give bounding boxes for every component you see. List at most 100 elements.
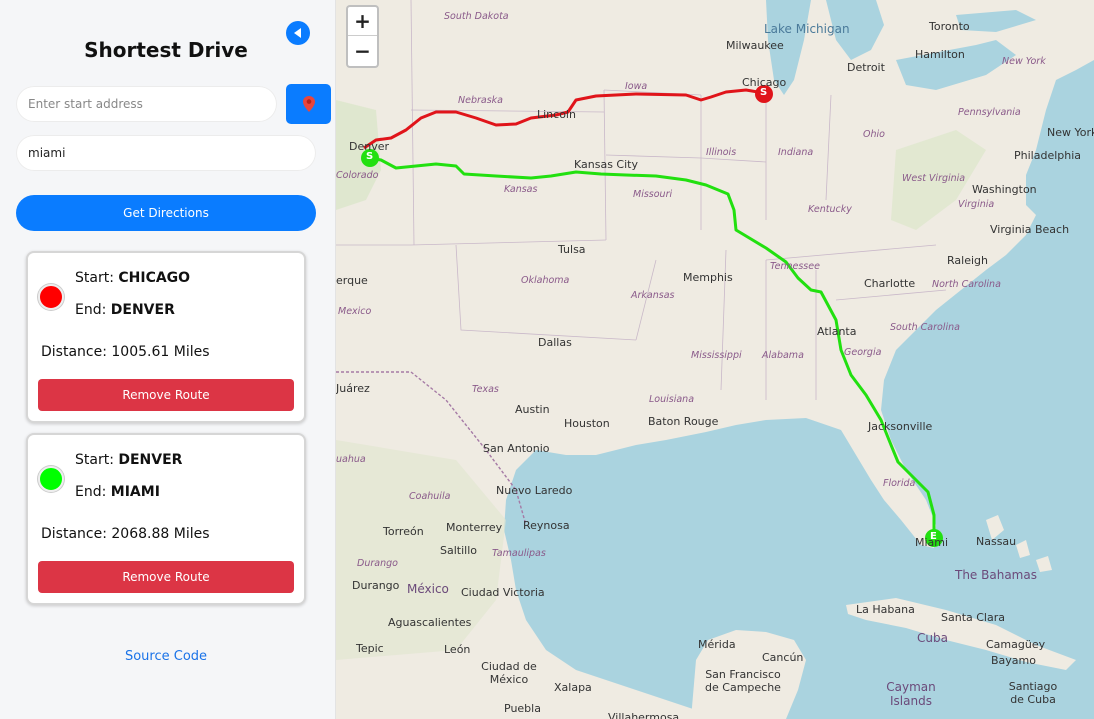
- map-label: Monterrey: [446, 521, 503, 534]
- route-distance: Distance: 2068.88 Miles: [41, 526, 210, 542]
- map-label: León: [444, 643, 471, 656]
- map-label: Houston: [564, 417, 610, 430]
- route-start-city: DENVER: [118, 452, 183, 468]
- map-label: Detroit: [847, 61, 885, 74]
- map-label: Virginia Beach: [990, 223, 1070, 236]
- map-label: Hamilton: [915, 48, 965, 61]
- remove-route-button[interactable]: Remove Route: [38, 379, 294, 411]
- route-color-indicator: [38, 284, 64, 310]
- route-end: End: MIAMI: [75, 484, 160, 500]
- map-label: Kentucky: [808, 204, 852, 215]
- map-label: Florida: [883, 478, 916, 489]
- route-distance: Distance: 1005.61 Miles: [41, 344, 210, 360]
- distance-value: 1005.61 Miles: [111, 344, 210, 360]
- zoom-control: + −: [346, 5, 379, 68]
- map-label: Denver: [349, 140, 390, 153]
- start-address-input[interactable]: [16, 86, 277, 122]
- map-label: Villahermosa: [608, 711, 680, 719]
- map-label: Ohio: [863, 129, 885, 140]
- route-end-city: MIAMI: [110, 484, 160, 500]
- route-end: End: DENVER: [75, 302, 175, 318]
- map-label: Ciudad Victoria: [461, 586, 545, 599]
- map-label: Virginia: [958, 199, 995, 210]
- map-label: Illinois: [706, 147, 737, 158]
- map-label: West Virginia: [902, 173, 966, 184]
- start-label: Start:: [75, 270, 119, 286]
- distance-label: Distance:: [41, 344, 112, 360]
- map-label: Lake Michigan: [764, 22, 850, 36]
- map-label: Aguascalientes: [388, 616, 472, 629]
- map-label: Missouri: [633, 189, 673, 200]
- map-label: Miami: [915, 536, 949, 549]
- map-label: Charlotte: [864, 277, 916, 290]
- zoom-out-button[interactable]: −: [348, 36, 377, 65]
- map-label: Xalapa: [554, 681, 592, 694]
- map-label: Chicago: [742, 76, 787, 89]
- route-start-city: CHICAGO: [118, 270, 191, 286]
- collapse-sidebar-button[interactable]: [286, 21, 310, 45]
- map-label: The Bahamas: [955, 568, 1037, 582]
- map-label: Raleigh: [947, 254, 988, 267]
- map-label: Atlanta: [817, 325, 857, 338]
- map-label: Durango: [352, 579, 400, 592]
- page-title: Shortest Drive: [84, 38, 248, 62]
- map-label: Nebraska: [458, 95, 503, 106]
- map-label: México: [407, 582, 449, 596]
- route-card: Start: DENVER End: MIAMI Distance: 2068.…: [26, 433, 306, 605]
- map-label: Juárez: [336, 382, 370, 395]
- map-label: New York: [1002, 56, 1046, 67]
- map-label: Tamaulipas: [492, 548, 546, 559]
- route-start: Start: CHICAGO: [75, 270, 190, 286]
- map-label: Lincoln: [537, 108, 576, 121]
- map-label: Austin: [515, 403, 550, 416]
- map-label: Philadelphia: [1014, 149, 1082, 162]
- caret-left-icon: [294, 28, 301, 38]
- get-directions-button[interactable]: Get Directions: [16, 195, 316, 231]
- map-label: Pennsylvania: [958, 107, 1021, 118]
- route-card: Start: CHICAGO End: DENVER Distance: 100…: [26, 251, 306, 423]
- map-label: Nuevo Laredo: [496, 484, 573, 497]
- map-label: Louisiana: [649, 394, 695, 405]
- route-color-indicator: [38, 466, 64, 492]
- map-label: Toronto: [929, 20, 970, 33]
- map-label: Oklahoma: [521, 275, 570, 286]
- route-end-city: DENVER: [110, 302, 175, 318]
- map-label: Jacksonville: [868, 420, 933, 433]
- end-address-input[interactable]: [16, 135, 316, 171]
- map[interactable]: S S E South Dakota Lake Michigan Toronto…: [336, 0, 1094, 719]
- end-label: End:: [75, 302, 111, 318]
- map-label: La Habana: [856, 603, 915, 616]
- map-label: Tepic: [356, 642, 384, 655]
- zoom-in-button[interactable]: +: [348, 7, 377, 36]
- map-label: Washington: [972, 183, 1037, 196]
- start-label: Start:: [75, 452, 119, 468]
- map-label: Dallas: [538, 336, 572, 349]
- map-label: Santiago de Cuba: [1008, 680, 1058, 706]
- map-label: Cuba: [917, 631, 948, 645]
- map-label: Saltillo: [440, 544, 477, 557]
- map-label: New York: [1047, 126, 1094, 139]
- sidebar: Shortest Drive Get Directions Start: CHI…: [0, 0, 336, 719]
- map-label: Arkansas: [631, 290, 675, 301]
- map-label: South Carolina: [890, 322, 960, 333]
- use-location-button[interactable]: [286, 84, 331, 124]
- map-label: Georgia: [844, 347, 882, 358]
- map-label: Reynosa: [523, 519, 570, 532]
- map-label: Durango: [357, 558, 398, 569]
- remove-route-button[interactable]: Remove Route: [38, 561, 294, 593]
- map-label: Iowa: [625, 81, 648, 92]
- source-code-link[interactable]: Source Code: [0, 649, 332, 664]
- map-label: South Dakota: [444, 11, 509, 22]
- map-label: Kansas: [504, 184, 538, 195]
- map-label: Torreón: [383, 525, 424, 538]
- map-label: Milwaukee: [726, 39, 784, 52]
- distance-label: Distance:: [41, 526, 112, 542]
- map-label: Tennessee: [770, 261, 820, 272]
- map-label: Cancún: [762, 651, 804, 664]
- map-label: Kansas City: [574, 158, 638, 171]
- map-label: Nassau: [976, 535, 1017, 548]
- map-label: Coahuila: [409, 491, 451, 502]
- route-start: Start: DENVER: [75, 452, 182, 468]
- map-label: Camagüey: [986, 638, 1046, 651]
- map-label: Baton Rouge: [648, 415, 719, 428]
